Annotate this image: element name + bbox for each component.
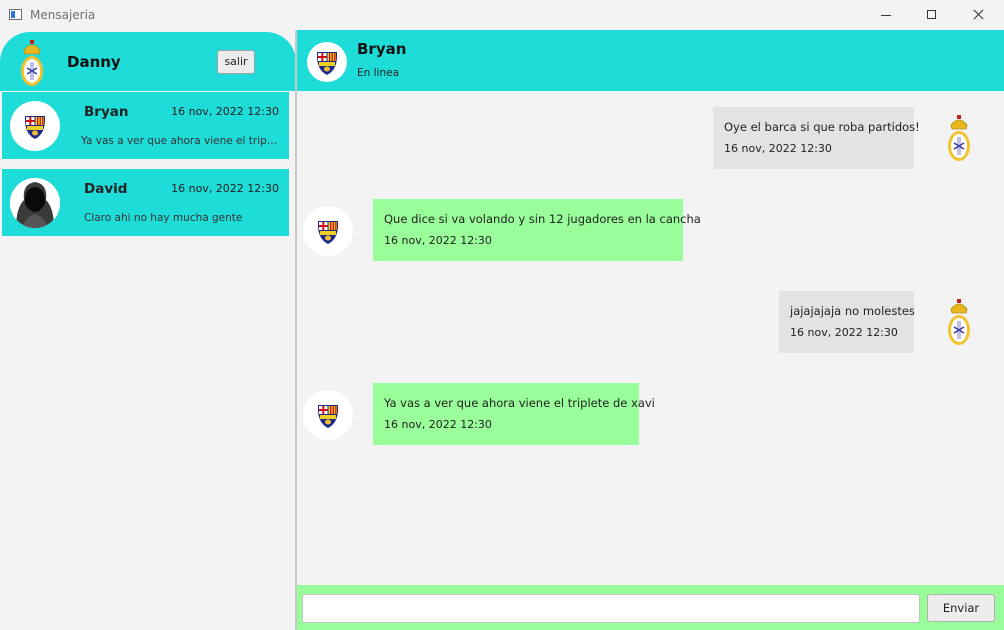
message-timestamp: 16 nov, 2022 12:30	[790, 326, 898, 339]
message-text: Que dice si va volando y sin 12 jugadore…	[384, 212, 701, 226]
composer-bar: Enviar	[297, 585, 1004, 630]
received-message-bubble: Ya vas a ver que ahora viene el triplete…	[373, 383, 655, 445]
chat-header: Bryan En linea	[297, 30, 1004, 91]
message-text: Ya vas a ver que ahora viene el triplete…	[384, 396, 655, 410]
send-button[interactable]: Enviar	[927, 594, 995, 622]
contact-last-message: Claro ahi no hay mucha gente	[84, 212, 243, 224]
title-bar: Mensajeria	[0, 0, 1004, 30]
message-timestamp: 16 nov, 2022 12:30	[384, 418, 492, 431]
window-title: Mensajeria	[30, 8, 96, 22]
logout-button[interactable]: salir	[217, 50, 255, 74]
maximize-icon[interactable]	[908, 0, 954, 30]
sent-message-bubble: jajajajaja no molestes 16 nov, 2022 12:3…	[779, 291, 915, 353]
user-header: Danny salir	[0, 32, 296, 91]
avatar	[10, 178, 60, 228]
app-window-icon	[9, 9, 22, 20]
contact-name: David	[84, 181, 128, 197]
minimize-icon[interactable]	[862, 0, 908, 30]
avatar	[303, 206, 353, 256]
message-list[interactable]: Oye el barca si que roba partidos! 16 no…	[297, 91, 1004, 585]
sent-message-bubble: Oye el barca si que roba partidos! 16 no…	[713, 107, 920, 169]
barcelona-crest-icon	[317, 52, 337, 75]
message-timestamp: 16 nov, 2022 12:30	[724, 142, 832, 155]
avatar	[303, 390, 353, 440]
contacts-panel: Danny salir Bryan 16 nov, 2022 12:30 Ya …	[0, 30, 296, 630]
close-icon[interactable]	[955, 0, 1001, 30]
contact-item-bryan[interactable]: Bryan 16 nov, 2022 12:30 Ya vas a ver qu…	[2, 92, 289, 159]
message-input[interactable]	[302, 594, 920, 623]
barcelona-crest-icon	[25, 116, 45, 139]
chat-contact-status: En linea	[357, 67, 400, 79]
contact-item-david[interactable]: David 16 nov, 2022 12:30 Claro ahi no ha…	[2, 169, 289, 236]
contact-timestamp: 16 nov, 2022 12:30	[171, 182, 279, 195]
hooded-person-icon	[10, 178, 60, 228]
message-timestamp: 16 nov, 2022 12:30	[384, 234, 492, 247]
avatar	[10, 101, 60, 151]
real-madrid-crest-icon	[20, 39, 44, 87]
current-user-name: Danny	[67, 53, 121, 71]
barcelona-crest-icon	[318, 405, 338, 428]
barcelona-crest-icon	[318, 221, 338, 244]
message-text: jajajajaja no molestes	[790, 304, 915, 318]
contact-timestamp: 16 nov, 2022 12:30	[171, 105, 279, 118]
real-madrid-crest-icon	[947, 114, 971, 162]
chat-contact-name: Bryan	[357, 40, 407, 58]
real-madrid-crest-icon	[947, 298, 971, 346]
received-message-bubble: Que dice si va volando y sin 12 jugadore…	[373, 199, 701, 261]
message-text: Oye el barca si que roba partidos!	[724, 120, 920, 134]
contact-last-message: Ya vas a ver que ahora viene el triplete…	[81, 135, 279, 147]
avatar	[307, 42, 347, 82]
contact-name: Bryan	[84, 104, 129, 120]
